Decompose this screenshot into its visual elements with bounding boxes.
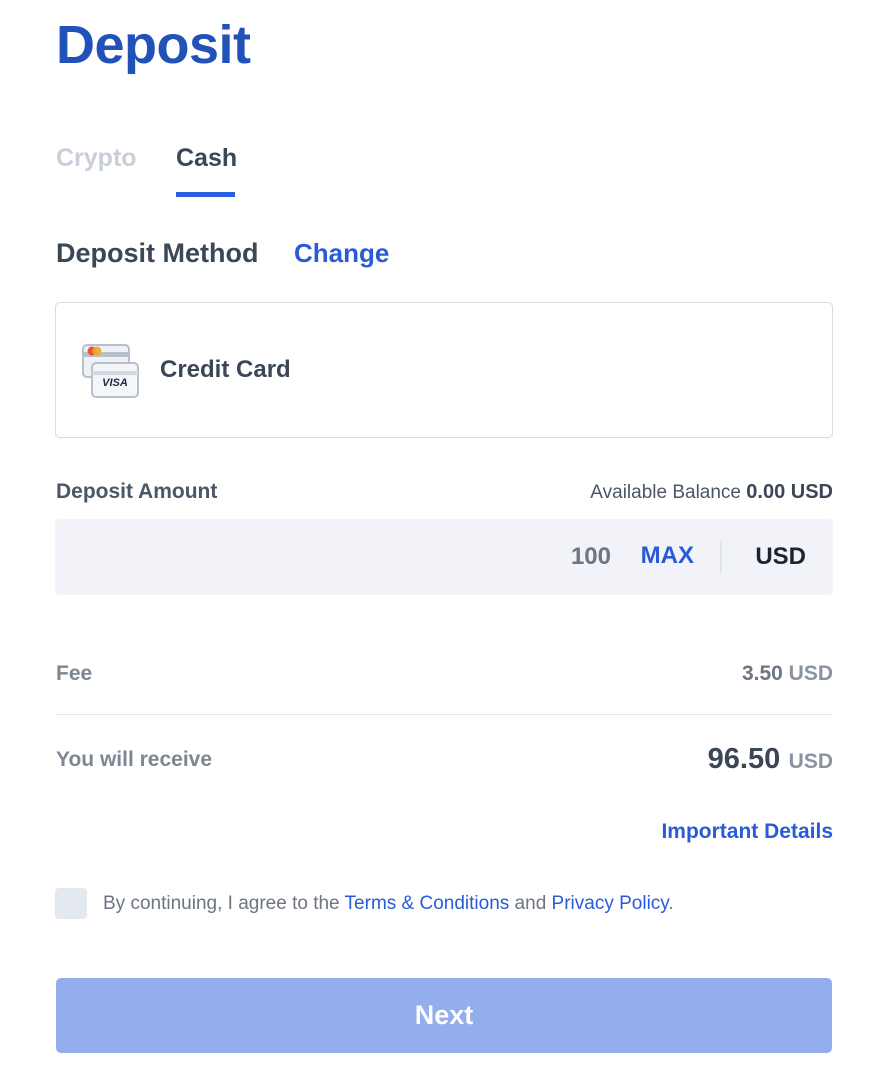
fee-label: Fee [56, 662, 93, 685]
deposit-method-card[interactable]: VISA Credit Card [55, 302, 833, 438]
fee-amount: 3.50 [741, 662, 783, 685]
amount-divider [720, 541, 722, 573]
privacy-link[interactable]: Privacy Policy [552, 893, 669, 914]
fee-unit: USD [788, 662, 833, 685]
terms-link[interactable]: Terms & Conditions [345, 893, 510, 914]
agreement-middle: and [509, 893, 552, 914]
deposit-tabs: Crypto Cash [56, 140, 456, 200]
divider [55, 714, 833, 715]
change-method-link[interactable]: Change [294, 238, 389, 269]
tab-crypto[interactable]: Crypto [56, 144, 137, 173]
active-tab-indicator [176, 192, 235, 197]
agree-checkbox[interactable] [55, 888, 87, 919]
next-button[interactable]: Next [56, 978, 832, 1053]
deposit-amount-label: Deposit Amount [56, 480, 218, 503]
receive-value: 96.50 USD [708, 743, 833, 776]
visa-logo-text: VISA [102, 377, 128, 389]
available-balance-value: 0.00 USD [746, 481, 833, 503]
tab-cash[interactable]: Cash [176, 144, 237, 173]
receive-unit: USD [788, 750, 833, 773]
page-title: Deposit [56, 15, 251, 75]
receive-amount: 96.50 [707, 743, 781, 775]
deposit-amount-input[interactable]: 100 [571, 543, 611, 571]
available-balance: Available Balance 0.00 USD [590, 481, 833, 504]
max-button[interactable]: MAX [641, 542, 694, 570]
agreement-text: By continuing, I agree to the Terms & Co… [103, 893, 674, 915]
receive-label: You will receive [56, 748, 213, 771]
agreement-suffix: . [668, 893, 674, 914]
fee-value: 3.50 USD [742, 662, 833, 686]
credit-card-icon: VISA [82, 344, 139, 398]
currency-label: USD [755, 543, 806, 570]
deposit-method-name: Credit Card [160, 356, 291, 383]
available-balance-label: Available Balance [590, 482, 741, 503]
important-details-link[interactable]: Important Details [661, 820, 833, 844]
deposit-amount-field[interactable]: 100 MAX USD [55, 519, 833, 595]
agreement-prefix: By continuing, I agree to the [103, 893, 345, 914]
deposit-method-label: Deposit Method [56, 238, 259, 268]
